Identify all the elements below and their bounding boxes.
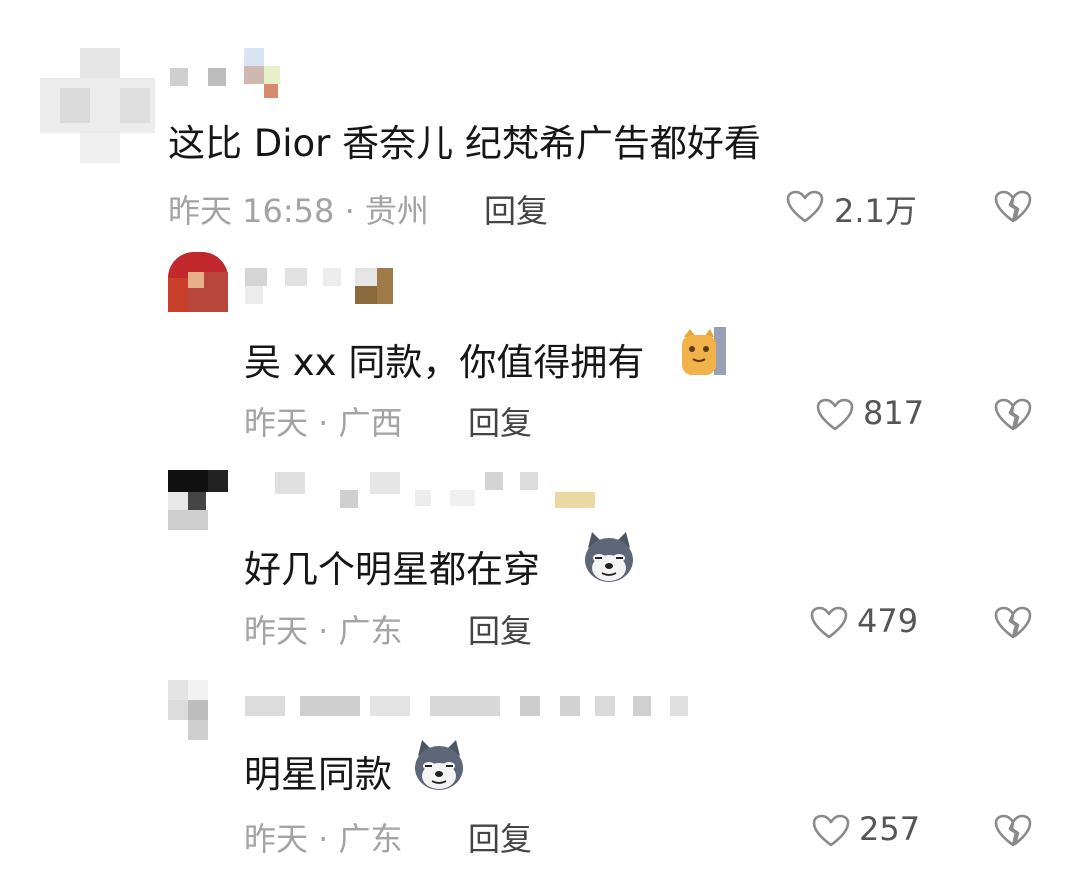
husky-emoji	[582, 530, 636, 584]
comment-text: 好几个明星都在穿	[244, 548, 540, 591]
username-blurred[interactable]	[245, 472, 595, 532]
avatar[interactable]	[168, 680, 228, 740]
reply-button[interactable]: 回复	[484, 186, 548, 232]
comment-meta: 昨天 · 广西	[244, 404, 403, 442]
comment-text: 这比 Dior 香奈儿 纪梵希广告都好看	[168, 122, 761, 165]
comment-meta: 昨天 · 广东	[244, 612, 403, 650]
avatar[interactable]	[168, 470, 228, 530]
heart-icon[interactable]	[786, 190, 824, 224]
username-blurred[interactable]	[245, 268, 395, 328]
comment-text: 明星同款	[244, 753, 392, 796]
avatar[interactable]	[168, 252, 228, 312]
broken-heart-icon[interactable]	[994, 398, 1032, 432]
broken-heart-icon[interactable]	[994, 606, 1032, 640]
like-count: 479	[857, 602, 919, 640]
username-blurred[interactable]	[170, 48, 290, 108]
broken-heart-icon[interactable]	[994, 814, 1032, 848]
reply-button[interactable]: 回复	[468, 398, 532, 444]
like-count: 817	[863, 394, 925, 432]
reply-button[interactable]: 回复	[468, 814, 532, 860]
like-count: 2.1万	[834, 192, 917, 230]
comment-meta: 昨天 · 广东	[244, 820, 403, 858]
broken-heart-icon[interactable]	[994, 190, 1032, 224]
like-count: 257	[859, 810, 921, 848]
cat-emoji	[680, 327, 726, 375]
husky-emoji	[412, 738, 466, 792]
heart-icon[interactable]	[816, 398, 854, 432]
heart-icon[interactable]	[810, 606, 848, 640]
comment-meta: 昨天 16:58 · 贵州	[168, 192, 429, 230]
reply-button[interactable]: 回复	[468, 606, 532, 652]
heart-icon[interactable]	[812, 814, 850, 848]
comment-text: 吴 xx 同款，你值得拥有	[244, 341, 645, 384]
avatar[interactable]	[40, 48, 155, 163]
